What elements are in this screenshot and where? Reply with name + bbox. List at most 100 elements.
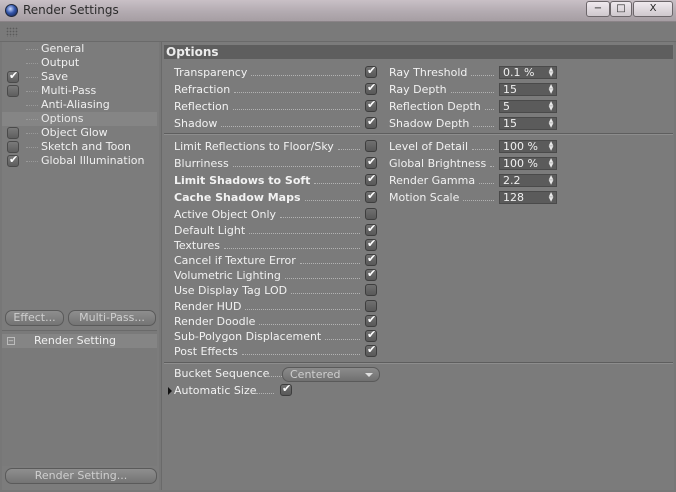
checkmark-icon: ✔	[282, 382, 292, 395]
minimize-button[interactable]: −	[586, 1, 610, 17]
blurriness-checkbox[interactable]: ✔	[365, 155, 377, 169]
spinner-icon[interactable]: ▲ ▼	[548, 175, 554, 186]
limit-reflections-to-floor-sky-row: Limit Reflections to Floor/Sky	[174, 140, 379, 154]
refraction-checkbox[interactable]: ✔	[365, 81, 377, 95]
checkmark-icon: ✔	[9, 153, 19, 166]
sidebar-checkbox[interactable]: ✔	[7, 69, 19, 83]
expand-arrow-icon[interactable]	[168, 387, 172, 395]
multi-pass-button[interactable]: Multi-Pass...	[68, 310, 156, 326]
leader-dots	[224, 248, 360, 249]
ray-threshold-field[interactable]: 0.1 % ▲ ▼	[499, 66, 557, 79]
use-display-tag-lod-checkbox[interactable]	[365, 284, 377, 296]
shadow-depth-value: 15	[503, 117, 517, 130]
tree-connector	[26, 119, 38, 120]
sidebar-checkbox[interactable]	[7, 141, 19, 153]
automatic-size-checkbox[interactable]: ✔	[280, 382, 292, 396]
transparency-row: Transparency ✔	[174, 64, 379, 80]
spinner-icon[interactable]: ▲ ▼	[548, 141, 554, 152]
sidebar-item-multi-pass[interactable]: Multi-Pass	[2, 84, 157, 98]
spinner-icon[interactable]: ▲ ▼	[548, 158, 554, 169]
sidebar-item-label: Object Glow	[41, 126, 108, 139]
render-settings-window: Render Settings − □ X General Output ✔ Save…	[0, 0, 676, 492]
close-button[interactable]: X	[633, 1, 673, 17]
grip-icon[interactable]	[6, 27, 18, 37]
leader-dots	[232, 109, 360, 110]
leader-dots	[325, 339, 360, 340]
sidebar-item-general[interactable]: General	[2, 42, 157, 56]
spinner-icon[interactable]: ▲ ▼	[548, 67, 554, 78]
limit-reflections-to-floor-sky-checkbox[interactable]	[365, 140, 377, 152]
render-gamma-field[interactable]: 2.2 ▲ ▼	[499, 174, 557, 187]
cache-shadow-maps-checkbox[interactable]: ✔	[365, 189, 377, 203]
motion-scale-field[interactable]: 128 ▲ ▼	[499, 191, 557, 204]
active-object-only-row: Active Object Only	[174, 208, 379, 222]
sidebar-item-anti-aliasing[interactable]: Anti-Aliasing	[2, 98, 157, 112]
level-of-detail-field[interactable]: 100 % ▲ ▼	[499, 140, 557, 153]
bucket-sequence-dropdown[interactable]: Centered	[282, 367, 380, 382]
bucket-sequence-label: Bucket Sequence	[174, 367, 270, 380]
limit-reflections-to-floor-sky-label: Limit Reflections to Floor/Sky	[174, 140, 334, 153]
global-brightness-field[interactable]: 100 % ▲ ▼	[499, 157, 557, 170]
list-item-render-setting[interactable]: − Render Setting	[2, 334, 157, 348]
leader-dots	[259, 324, 360, 325]
leader-dots	[234, 92, 360, 93]
tree-connector	[26, 161, 38, 162]
refraction-label: Refraction	[174, 83, 231, 96]
render-setting-button[interactable]: Render Setting...	[5, 468, 157, 484]
spinner-icon[interactable]: ▲ ▼	[548, 192, 554, 203]
sidebar: General Output ✔ Save Multi-Pass Anti-Aliasin…	[2, 42, 159, 490]
checkmark-icon: ✔	[367, 98, 377, 111]
sidebar-checkbox[interactable]	[7, 127, 19, 139]
render-doodle-row: Render Doodle ✔	[174, 313, 379, 329]
sub-polygon-displacement-label: Sub-Polygon Displacement	[174, 330, 322, 343]
cancel-if-texture-error-checkbox[interactable]: ✔	[365, 252, 377, 266]
checkmark-icon: ✔	[367, 189, 377, 202]
transparency-label: Transparency	[174, 66, 248, 79]
spinner-icon[interactable]: ▲ ▼	[548, 84, 554, 95]
maximize-button[interactable]: □	[610, 1, 632, 17]
ray-depth-value: 15	[503, 83, 517, 96]
render-hud-label: Render HUD	[174, 300, 242, 313]
shadow-checkbox[interactable]: ✔	[365, 115, 377, 129]
collapse-icon[interactable]: −	[7, 337, 15, 345]
reflection-depth-field[interactable]: 5 ▲ ▼	[499, 100, 557, 113]
sidebar-item-output[interactable]: Output	[2, 56, 157, 70]
leader-dots	[291, 293, 360, 294]
textures-checkbox[interactable]: ✔	[365, 237, 377, 251]
sidebar-item-label: General	[41, 42, 85, 55]
sidebar-item-sketch-and-toon[interactable]: Sketch and Toon	[2, 140, 157, 154]
limit-shadows-to-soft-checkbox[interactable]: ✔	[365, 172, 377, 186]
cache-shadow-maps-row: Cache Shadow Maps ✔	[174, 189, 379, 205]
spinner-icon[interactable]: ▲ ▼	[548, 101, 554, 112]
sidebar-item-object-glow[interactable]: Object Glow	[2, 126, 157, 140]
default-light-row: Default Light ✔	[174, 222, 379, 238]
reflection-checkbox[interactable]: ✔	[365, 98, 377, 112]
transparency-checkbox[interactable]: ✔	[365, 64, 377, 78]
sidebar-item-global-illumination[interactable]: ✔ Global Illumination	[2, 153, 157, 168]
volumetric-lighting-checkbox[interactable]: ✔	[365, 267, 377, 281]
limit-shadows-to-soft-row: Limit Shadows to Soft ✔	[174, 172, 379, 188]
global-brightness-label: Global Brightness	[389, 157, 487, 170]
sidebar-checkbox[interactable]	[7, 85, 19, 97]
sidebar-checkbox[interactable]: ✔	[7, 153, 19, 167]
tree-connector	[26, 133, 38, 134]
sub-polygon-displacement-checkbox[interactable]: ✔	[365, 328, 377, 342]
ray-depth-field[interactable]: 15 ▲ ▼	[499, 83, 557, 96]
checkmark-icon: ✔	[367, 155, 377, 168]
effect-button[interactable]: Effect...	[5, 310, 64, 326]
shadow-depth-field[interactable]: 15 ▲ ▼	[499, 117, 557, 130]
sidebar-item-label: Save	[41, 70, 69, 83]
active-object-only-checkbox[interactable]	[365, 208, 377, 220]
shadow-depth-label: Shadow Depth	[389, 117, 470, 130]
render-doodle-checkbox[interactable]: ✔	[365, 313, 377, 327]
render-hud-checkbox[interactable]	[365, 300, 377, 312]
post-effects-checkbox[interactable]: ✔	[365, 343, 377, 357]
spinner-icon[interactable]: ▲ ▼	[548, 118, 554, 129]
default-light-checkbox[interactable]: ✔	[365, 222, 377, 236]
sidebar-item-label: Output	[41, 56, 80, 69]
leader-dots	[490, 166, 494, 167]
sidebar-item-save[interactable]: ✔ Save	[2, 69, 157, 84]
sidebar-item-options[interactable]: Options	[2, 112, 157, 126]
leader-dots	[284, 278, 360, 279]
divider	[164, 133, 673, 135]
